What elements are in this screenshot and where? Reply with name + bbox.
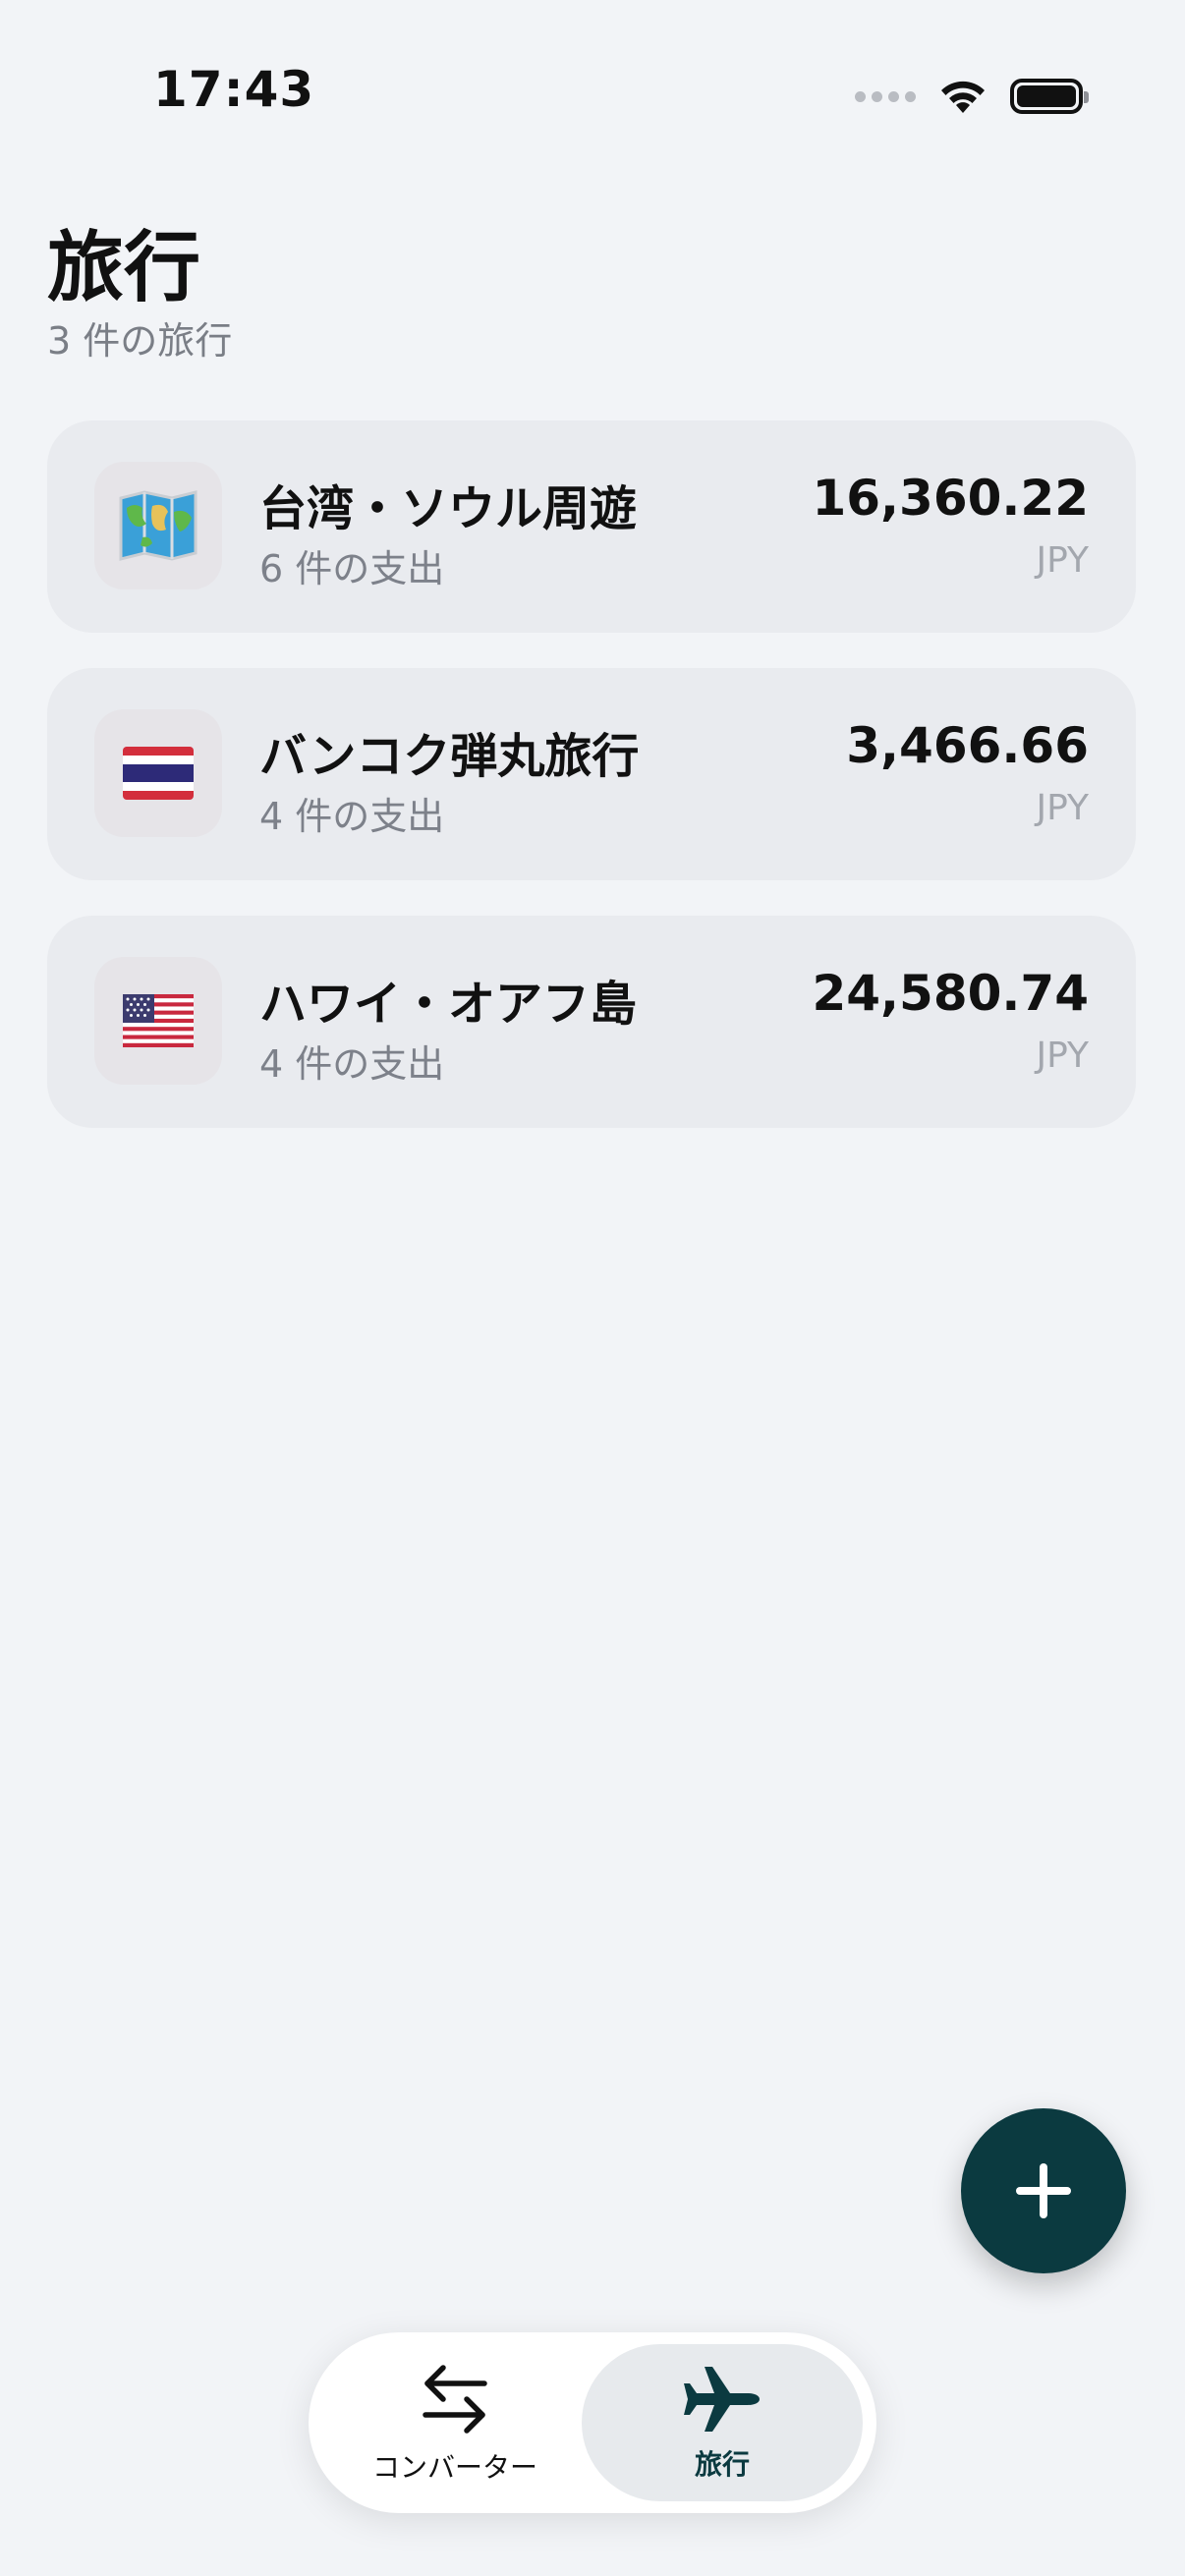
wifi-icon — [941, 81, 985, 113]
swap-arrows-icon — [423, 2365, 487, 2434]
trip-card[interactable]: 台湾・ソウル周遊 6 件の支出 16,360.22 JPY — [47, 420, 1136, 633]
trip-expense-count: 6 件の支出 — [259, 547, 445, 590]
page-title: 旅行 — [47, 224, 201, 312]
usa-flag-icon — [94, 957, 222, 1085]
tab-label: 旅行 — [694, 2448, 750, 2481]
trip-name: バンコク弾丸旅行 — [259, 729, 640, 784]
trip-count-subtitle: 3 件の旅行 — [47, 319, 233, 363]
status-time: 17:43 — [153, 61, 315, 118]
world-map-icon — [94, 462, 222, 589]
add-trip-button[interactable] — [961, 2108, 1126, 2273]
trip-name: ハワイ・オアフ島 — [259, 977, 638, 1032]
tab-label: コンバーター — [371, 2451, 537, 2484]
trip-name: 台湾・ソウル周遊 — [259, 481, 638, 536]
tab-bar: コンバーター 旅行 — [309, 2332, 876, 2513]
battery-icon — [1010, 79, 1089, 114]
airplane-icon — [684, 2367, 760, 2432]
tab-trips[interactable]: 旅行 — [582, 2344, 863, 2501]
trip-currency: JPY — [1036, 788, 1089, 828]
trip-currency: JPY — [1036, 1036, 1089, 1076]
trip-amount: 16,360.22 — [812, 470, 1089, 527]
trip-amount: 24,580.74 — [812, 965, 1089, 1022]
cellular-signal-icon — [855, 90, 916, 102]
trip-expense-count: 4 件の支出 — [259, 795, 445, 838]
status-indicators — [855, 69, 1089, 124]
trip-expense-count: 4 件の支出 — [259, 1042, 445, 1086]
trip-list: 台湾・ソウル周遊 6 件の支出 16,360.22 JPY バンコク弾丸旅行 4… — [47, 420, 1136, 1163]
plus-icon — [1016, 2163, 1071, 2218]
trip-card[interactable]: バンコク弾丸旅行 4 件の支出 3,466.66 JPY — [47, 668, 1136, 880]
trip-currency: JPY — [1036, 540, 1089, 581]
thailand-flag-icon — [94, 709, 222, 837]
trip-card[interactable]: ハワイ・オアフ島 4 件の支出 24,580.74 JPY — [47, 916, 1136, 1128]
trips-screen: 17:43 旅行 3 件の旅行 台湾・ソウル周遊 6 件の支出 16,360.2… — [0, 0, 1185, 2576]
tab-converter[interactable]: コンバーター — [322, 2344, 588, 2501]
trip-amount: 3,466.66 — [846, 717, 1089, 774]
